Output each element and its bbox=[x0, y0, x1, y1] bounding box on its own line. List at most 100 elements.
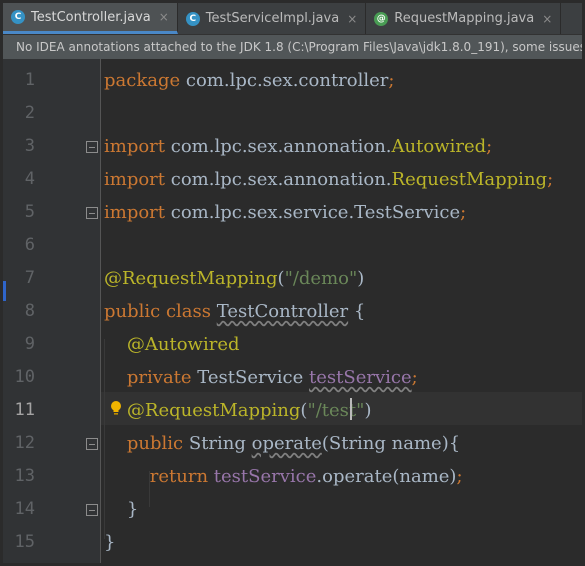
code-token: ) bbox=[364, 400, 372, 421]
code-token: String bbox=[188, 433, 252, 454]
tab-label: RequestMapping.java bbox=[394, 11, 535, 26]
code-token: com.lpc.sex.service.TestService bbox=[165, 202, 461, 223]
line-number: 3 bbox=[24, 136, 35, 156]
code-token: testService bbox=[213, 466, 317, 487]
code-text: } bbox=[104, 493, 138, 526]
code-text: return testService.operate(name); bbox=[104, 460, 463, 493]
code-token: "/demo" bbox=[284, 268, 358, 289]
class-icon: C bbox=[185, 11, 200, 26]
class-icon: C bbox=[11, 10, 25, 24]
code-token: com.lpc.sex.annonation. bbox=[165, 169, 392, 190]
line-number: 13 bbox=[14, 466, 35, 486]
indent-guide bbox=[149, 471, 150, 507]
jdk-annotations-notice[interactable]: No IDEA annotations attached to the JDK … bbox=[3, 35, 582, 59]
code-token: @Autowired bbox=[126, 334, 240, 355]
line-number: 11 bbox=[14, 400, 35, 420]
code-token: (String name){ bbox=[321, 433, 461, 454]
code-line: 1 package com.lpc.sex.controller; bbox=[3, 64, 582, 97]
code-text: @RequestMapping("/test") bbox=[104, 394, 372, 427]
code-token: com.lpc.sex.annonation. bbox=[165, 136, 392, 157]
text-caret bbox=[350, 398, 352, 420]
unfold-method-icon[interactable] bbox=[86, 504, 98, 516]
code-line: 11 @RequestMapping("/test") bbox=[3, 394, 582, 427]
code-token: @RequestMapping bbox=[104, 268, 278, 289]
code-token: import bbox=[104, 136, 166, 157]
code-token: Autowired bbox=[391, 136, 487, 157]
code-line: 2 bbox=[3, 97, 582, 130]
annotation-icon: @ bbox=[374, 11, 389, 26]
code-text: @RequestMapping("/demo") bbox=[104, 262, 364, 295]
line-number: 1 bbox=[24, 70, 35, 90]
code-line: 15} bbox=[3, 526, 582, 559]
line-number: 8 bbox=[24, 301, 35, 321]
lightbulb-icon[interactable] bbox=[110, 400, 122, 416]
code-line: 9 @Autowired bbox=[3, 328, 582, 361]
fold-imports-icon[interactable] bbox=[86, 141, 98, 153]
code-line: 8 public class TestController { bbox=[3, 295, 582, 328]
code-token: ; bbox=[486, 136, 493, 157]
code-token: return bbox=[149, 466, 214, 487]
line-number: 10 bbox=[14, 367, 35, 387]
ide-window: C TestController.java × C TestServiceImpl.ja… bbox=[0, 0, 585, 566]
close-icon[interactable]: × bbox=[159, 10, 169, 24]
code-token: testService bbox=[309, 367, 412, 388]
code-token: ; bbox=[547, 169, 554, 190]
unfold-imports-icon[interactable] bbox=[86, 207, 98, 219]
code-line: 10 private TestService testService; bbox=[3, 361, 582, 394]
code-text: @Autowired bbox=[104, 328, 240, 361]
code-token: ; bbox=[388, 70, 395, 91]
fold-method-icon[interactable] bbox=[86, 438, 98, 450]
tab-label: TestServiceImpl.java bbox=[205, 11, 340, 26]
code-token: public class bbox=[104, 301, 217, 322]
editor-tab-bar: C TestController.java × C TestServiceImpl.ja… bbox=[3, 3, 582, 35]
line-number: 4 bbox=[24, 169, 35, 189]
code-token: ; bbox=[411, 367, 418, 388]
editor-tab[interactable]: C TestServiceImpl.java × bbox=[178, 3, 367, 34]
code-token: private bbox=[126, 367, 198, 388]
code-token: TestController bbox=[216, 301, 349, 322]
line-number: 9 bbox=[24, 334, 35, 354]
code-text: import com.lpc.sex.annonation.RequestMap… bbox=[104, 163, 553, 196]
code-token: package bbox=[104, 70, 181, 91]
code-token: com.lpc.sex.controller bbox=[180, 70, 389, 91]
left-edge-marker bbox=[3, 281, 6, 301]
line-number: 2 bbox=[24, 103, 35, 123]
editor-tab[interactable]: @ RequestMapping.java × bbox=[366, 3, 562, 34]
code-editor[interactable]: 1 package com.lpc.sex.controller; 2 3 import… bbox=[3, 59, 582, 563]
code-token: ; bbox=[456, 466, 463, 487]
code-line: 6 bbox=[3, 229, 582, 262]
code-text: import com.lpc.sex.service.TestService; bbox=[104, 196, 466, 229]
tab-label: TestController.java bbox=[31, 9, 151, 25]
line-number: 15 bbox=[14, 532, 35, 552]
code-text: public String operate(String name){ bbox=[104, 427, 460, 460]
code-token: } bbox=[104, 532, 116, 553]
code-token: ) bbox=[357, 268, 365, 289]
code-line: 13 return testService.operate(name); bbox=[3, 460, 582, 493]
code-token: } bbox=[104, 499, 139, 520]
line-number: 12 bbox=[14, 433, 35, 453]
code-token: ( bbox=[277, 268, 285, 289]
code-text: private TestService testService; bbox=[104, 361, 418, 394]
code-text: public class TestController { bbox=[104, 295, 365, 328]
code-token: TestService bbox=[197, 367, 309, 388]
code-text: import com.lpc.sex.annonation.Autowired; bbox=[104, 130, 492, 163]
code-token: ; bbox=[460, 202, 467, 223]
code-token: public bbox=[126, 433, 189, 454]
code-line: 4 import com.lpc.sex.annonation.RequestMa… bbox=[3, 163, 582, 196]
line-number: 5 bbox=[24, 202, 35, 222]
code-token: { bbox=[348, 301, 366, 322]
close-icon[interactable]: × bbox=[542, 12, 552, 26]
editor-tab[interactable]: C TestController.java × bbox=[3, 3, 178, 34]
code-token: "/test" bbox=[307, 400, 365, 421]
code-token: .operate(name) bbox=[316, 466, 457, 487]
code-line: 7 @RequestMapping("/demo") bbox=[3, 262, 582, 295]
code-text: package com.lpc.sex.controller; bbox=[104, 64, 394, 97]
close-icon[interactable]: × bbox=[347, 12, 357, 26]
line-number: 7 bbox=[24, 268, 35, 288]
code-text: } bbox=[104, 526, 115, 559]
code-token: @RequestMapping bbox=[126, 400, 301, 421]
